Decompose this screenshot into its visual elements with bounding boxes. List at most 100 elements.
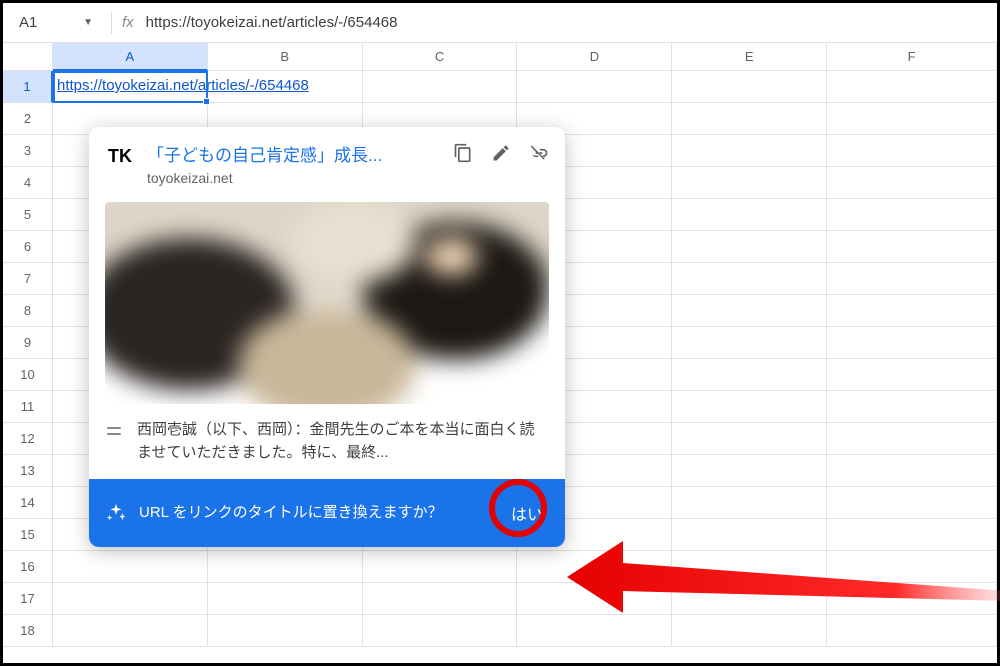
cell[interactable] xyxy=(827,199,997,231)
grid-row: 18 xyxy=(3,615,997,647)
row-header[interactable]: 10 xyxy=(3,359,53,391)
row-header[interactable]: 18 xyxy=(3,615,53,647)
cell[interactable] xyxy=(672,135,827,167)
row-header[interactable]: 12 xyxy=(3,423,53,455)
cell[interactable] xyxy=(827,359,997,391)
card-header: TK 「子どもの自己肯定感」成長... toyokeizai.net xyxy=(89,127,565,192)
cell[interactable] xyxy=(827,615,997,647)
cell[interactable] xyxy=(208,615,363,647)
row-header[interactable]: 5 xyxy=(3,199,53,231)
description-icon xyxy=(105,418,123,445)
row-header[interactable]: 3 xyxy=(3,135,53,167)
row-header[interactable]: 2 xyxy=(3,103,53,135)
cell[interactable] xyxy=(672,199,827,231)
cell[interactable] xyxy=(363,71,518,103)
column-header-D[interactable]: D xyxy=(517,43,672,71)
cell[interactable] xyxy=(208,583,363,615)
column-header-A[interactable]: A xyxy=(53,43,208,71)
cell[interactable] xyxy=(672,519,827,551)
formula-input[interactable]: https://toyokeizai.net/articles/-/654468 xyxy=(146,14,989,31)
card-actions xyxy=(453,141,549,163)
column-header-E[interactable]: E xyxy=(672,43,827,71)
cell[interactable] xyxy=(363,583,518,615)
cell[interactable] xyxy=(517,615,672,647)
cell[interactable] xyxy=(827,135,997,167)
cell[interactable] xyxy=(827,263,997,295)
cell[interactable] xyxy=(672,295,827,327)
cell[interactable] xyxy=(827,487,997,519)
link-domain: toyokeizai.net xyxy=(147,170,441,186)
row-header[interactable]: 11 xyxy=(3,391,53,423)
cell-reference: A1 xyxy=(19,14,37,31)
cell[interactable] xyxy=(517,71,672,103)
cell[interactable] xyxy=(827,327,997,359)
column-header-C[interactable]: C xyxy=(363,43,518,71)
cell[interactable] xyxy=(827,391,997,423)
cell[interactable] xyxy=(53,583,208,615)
yes-button-label: はい xyxy=(511,507,543,524)
cell[interactable] xyxy=(672,231,827,263)
fx-icon: fx xyxy=(122,14,134,31)
cell[interactable] xyxy=(672,71,827,103)
edit-link-icon[interactable] xyxy=(491,143,511,163)
cell[interactable] xyxy=(672,359,827,391)
cell[interactable] xyxy=(208,551,363,583)
cell[interactable] xyxy=(672,327,827,359)
cell[interactable] xyxy=(672,423,827,455)
name-box-dropdown-icon[interactable]: ▼ xyxy=(83,17,93,28)
grid-row: 16 xyxy=(3,551,997,583)
divider xyxy=(111,12,112,34)
preview-thumbnail[interactable] xyxy=(105,202,549,404)
cell[interactable] xyxy=(53,551,208,583)
cell[interactable] xyxy=(672,615,827,647)
row-header[interactable]: 9 xyxy=(3,327,53,359)
cell[interactable] xyxy=(827,423,997,455)
cell[interactable] xyxy=(672,455,827,487)
select-all-corner[interactable] xyxy=(3,43,53,71)
name-box[interactable]: A1 ▼ xyxy=(11,3,101,42)
sparkle-icon xyxy=(105,502,127,524)
link-title[interactable]: 「子どもの自己肯定感」成長... xyxy=(147,141,441,166)
cell[interactable] xyxy=(827,551,997,583)
cell[interactable] xyxy=(517,551,672,583)
cell[interactable] xyxy=(827,231,997,263)
yes-button[interactable]: はい xyxy=(505,493,549,533)
row-header[interactable]: 15 xyxy=(3,519,53,551)
column-header-F[interactable]: F xyxy=(827,43,997,71)
copy-link-icon[interactable] xyxy=(453,143,473,163)
cell[interactable] xyxy=(672,167,827,199)
cell[interactable] xyxy=(827,103,997,135)
row-header[interactable]: 14 xyxy=(3,487,53,519)
cell[interactable] xyxy=(827,295,997,327)
row-header[interactable]: 17 xyxy=(3,583,53,615)
unlink-icon[interactable] xyxy=(529,143,549,163)
row-header[interactable]: 7 xyxy=(3,263,53,295)
cell[interactable] xyxy=(672,103,827,135)
cell[interactable] xyxy=(517,583,672,615)
row-header[interactable]: 1 xyxy=(3,71,53,103)
cell[interactable] xyxy=(363,551,518,583)
cell[interactable] xyxy=(672,263,827,295)
cell-A1-link[interactable]: https://toyokeizai.net/articles/-/654468 xyxy=(57,77,309,94)
cell[interactable] xyxy=(827,583,997,615)
row-header[interactable]: 13 xyxy=(3,455,53,487)
card-description-row: 西岡壱誠（以下、西岡）：金間先生のご本を本当に面白く読ませていただきました。特に… xyxy=(89,414,565,479)
column-header-B[interactable]: B xyxy=(208,43,363,71)
cell[interactable] xyxy=(827,519,997,551)
cell[interactable] xyxy=(672,583,827,615)
cell[interactable] xyxy=(672,551,827,583)
cell[interactable] xyxy=(827,167,997,199)
cell[interactable] xyxy=(672,391,827,423)
cell[interactable] xyxy=(363,615,518,647)
row-header[interactable]: 8 xyxy=(3,295,53,327)
column-headers: A B C D E F xyxy=(3,43,997,71)
cell[interactable] xyxy=(827,71,997,103)
row-header[interactable]: 4 xyxy=(3,167,53,199)
replace-url-prompt: URL をリンクのタイトルに置き換えますか？ はい xyxy=(89,479,565,547)
cell[interactable] xyxy=(53,615,208,647)
row-header[interactable]: 16 xyxy=(3,551,53,583)
row-header[interactable]: 6 xyxy=(3,231,53,263)
link-description: 西岡壱誠（以下、西岡）：金間先生のご本を本当に面白く読ませていただきました。特に… xyxy=(137,418,549,465)
cell[interactable] xyxy=(672,487,827,519)
cell[interactable] xyxy=(827,455,997,487)
